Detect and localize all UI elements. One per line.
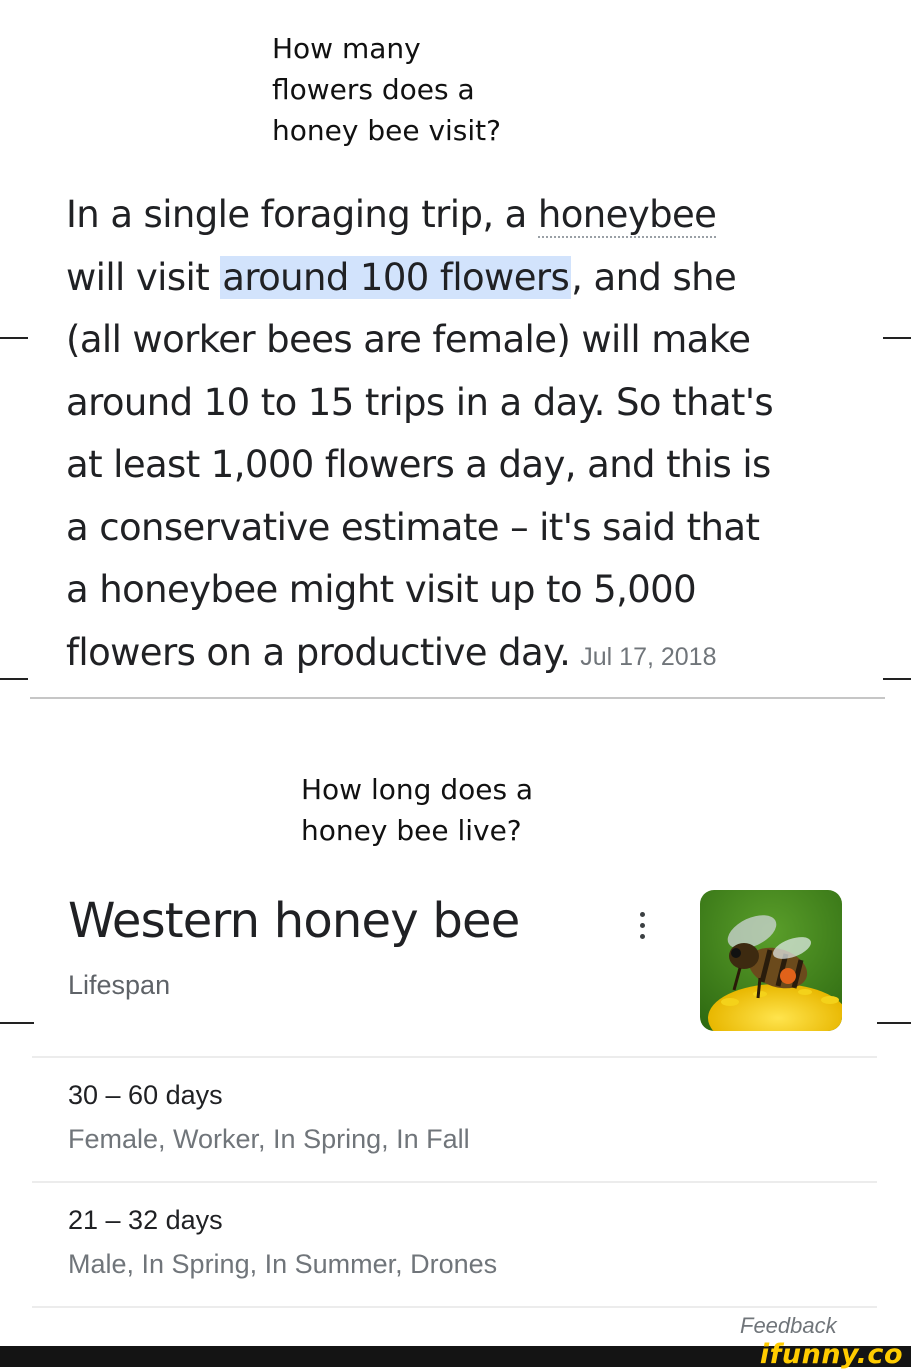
snippet-highlight: around 100 flowers [220,255,572,299]
featured-snippet-text: In a single foraging trip, a honeybee wi… [66,184,856,688]
question-line: How many [272,32,421,65]
question-line: How long does a [301,773,534,806]
divider [30,697,885,699]
bee-on-flower-image[interactable] [700,890,842,1031]
snippet-line: will visit around 100 flowers, and she [66,247,856,310]
panel-subtitle: Lifespan [68,970,171,1000]
snippet-line: flowers on a productive day. Jul 17, 2018 [66,622,856,689]
question-line: honey bee live? [301,814,522,847]
divider [32,1056,877,1058]
snippet-line: In a single foraging trip, a honeybee [66,184,856,247]
question-caption-lifespan: How long does a honey bee live? [301,769,601,851]
bee-photo-icon [700,890,842,1031]
snippet-text: , and she [571,255,737,299]
lifespan-detail: Female, Worker, In Spring, In Fall [68,1124,470,1154]
question-caption-flowers: How many flowers does a honey bee visit? [272,28,572,151]
lifespan-value: 21 – 32 days [68,1205,223,1235]
snippet-text: flowers on a productive day. [66,630,571,674]
feedback-link[interactable]: Feedback [740,1313,837,1339]
snippet-line: (all worker bees are female) will make [66,318,751,361]
snippet-date: Jul 17, 2018 [580,642,717,671]
crop-mark [883,678,911,680]
crop-mark [883,337,911,339]
divider [32,1306,877,1308]
snippet-text: In a single foraging trip, a [66,193,538,236]
crop-mark [0,337,28,339]
ifunny-watermark: ifunny.co [759,1339,903,1370]
snippet-line: around 10 to 15 trips in a day. So that'… [66,380,774,424]
crop-mark [877,1022,911,1024]
snippet-line: a honeybee might visit up to 5,000 [66,568,697,611]
snippet-line: at least 1,000 flowers a day, and this i… [66,443,771,486]
question-line: flowers does a [272,73,475,106]
more-options-icon[interactable] [632,912,652,952]
crop-mark [0,1022,34,1024]
question-line: honey bee visit? [272,114,502,147]
crop-mark [0,678,28,680]
snippet-line: a conservative estimate – it's said that [66,505,760,549]
divider [32,1181,877,1183]
lifespan-value: 30 – 60 days [68,1080,223,1110]
snippet-text: will visit [66,255,221,299]
honeybee-definition-link[interactable]: honeybee [537,193,717,238]
lifespan-detail: Male, In Spring, In Summer, Drones [68,1249,498,1279]
panel-title: Western honey bee [68,893,520,949]
